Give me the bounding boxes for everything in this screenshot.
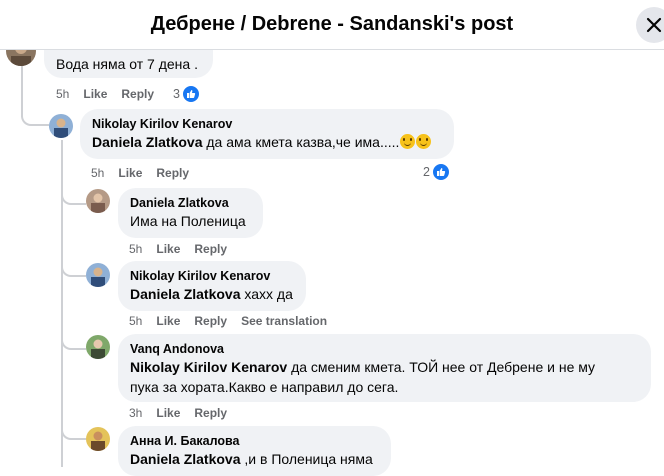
comment-text: Вода няма от 7 дена . — [56, 56, 198, 72]
comment-actions: 5h Like Reply — [129, 242, 241, 256]
comment-author[interactable]: Vanq Andonova — [130, 341, 639, 357]
comment-time[interactable]: 5h — [91, 166, 104, 180]
smile-emoji-icon — [400, 134, 416, 149]
comment-actions: 5h Like Reply — [56, 87, 168, 101]
avatar[interactable] — [86, 335, 110, 359]
reply-button[interactable]: Reply — [194, 314, 227, 328]
like-button[interactable]: Like — [83, 87, 107, 101]
avatar[interactable] — [86, 263, 110, 287]
avatar[interactable] — [86, 427, 110, 451]
thread-connector — [21, 100, 49, 126]
comment-author[interactable]: Daniela Zlatkova — [130, 195, 251, 211]
comment-author[interactable]: Nikolay Kirilov Kenarov — [92, 116, 442, 132]
reply-button[interactable]: Reply — [156, 166, 189, 180]
thread-connector — [61, 328, 86, 350]
reaction-count[interactable]: 2 — [423, 163, 450, 181]
comment-time[interactable]: 5h — [129, 242, 142, 256]
mention-tag[interactable]: Nikolay Kirilov Kenarov — [130, 359, 287, 375]
reaction-count[interactable]: 3 — [173, 85, 200, 103]
comment-actions: 5h Like Reply — [91, 166, 203, 180]
thread-connector — [61, 418, 86, 440]
dialog-title: Дебрене / Debrene - Sandanski's post — [150, 13, 514, 35]
dialog-header: Дебрене / Debrene - Sandanski's post — [0, 0, 664, 50]
comment-bubble: Nikolay Kirilov Kenarov Daniela Zlatkova… — [80, 109, 454, 159]
like-button[interactable]: Like — [156, 406, 180, 420]
smile-emoji-icon — [416, 134, 432, 149]
comment-bubble: Nikolay Kirilov Kenarov Daniela Zlatkova… — [118, 261, 306, 311]
close-icon — [646, 17, 662, 33]
like-button[interactable]: Like — [156, 314, 180, 328]
comment-actions: 3h Like Reply — [129, 406, 241, 420]
like-reaction-icon — [431, 163, 450, 181]
comment-text: Има на Поленица — [130, 213, 246, 229]
mention-tag[interactable]: Daniela Zlatkova — [130, 451, 241, 467]
comment-bubble: Вода няма от 7 дена . — [44, 50, 213, 78]
comment-bubble: Анна И. Бакалова Daniela Zlatkova ,и в П… — [118, 426, 391, 476]
comment-time[interactable]: 3h — [129, 406, 142, 420]
reply-button[interactable]: Reply — [121, 87, 154, 101]
comment-author[interactable]: Nikolay Kirilov Kenarov — [130, 268, 294, 284]
like-button[interactable]: Like — [118, 166, 142, 180]
avatar[interactable] — [49, 114, 73, 138]
comment-bubble: Vanq Andonova Nikolay Kirilov Kenarov да… — [118, 334, 651, 402]
reply-button[interactable]: Reply — [194, 242, 227, 256]
reply-button[interactable]: Reply — [194, 406, 227, 420]
mention-tag[interactable]: Daniela Zlatkova — [92, 134, 203, 150]
thread-connector — [61, 255, 86, 277]
mention-tag[interactable]: Daniela Zlatkova — [130, 286, 241, 302]
comment-text: Nikolay Kirilov Kenarov да сменим кмета.… — [130, 359, 596, 395]
comment-text: Daniela Zlatkova ,и в Поленица няма — [130, 451, 373, 467]
comment-bubble: Daniela Zlatkova Има на Поленица — [118, 188, 263, 238]
comment-time[interactable]: 5h — [129, 314, 142, 328]
like-button[interactable]: Like — [156, 242, 180, 256]
comment-text: Daniela Zlatkova хахх да — [130, 286, 293, 302]
thread-connector — [61, 185, 86, 205]
see-translation-link[interactable]: See translation — [241, 314, 327, 328]
like-reaction-icon — [181, 85, 200, 103]
comment-author[interactable]: Анна И. Бакалова — [130, 433, 379, 449]
avatar[interactable] — [86, 189, 110, 213]
close-button[interactable] — [636, 7, 664, 43]
comment-actions: 5h Like Reply See translation — [129, 314, 341, 328]
comment-text: Daniela Zlatkova да ама кмета казва,че и… — [92, 132, 442, 152]
comment-time[interactable]: 5h — [56, 87, 69, 101]
